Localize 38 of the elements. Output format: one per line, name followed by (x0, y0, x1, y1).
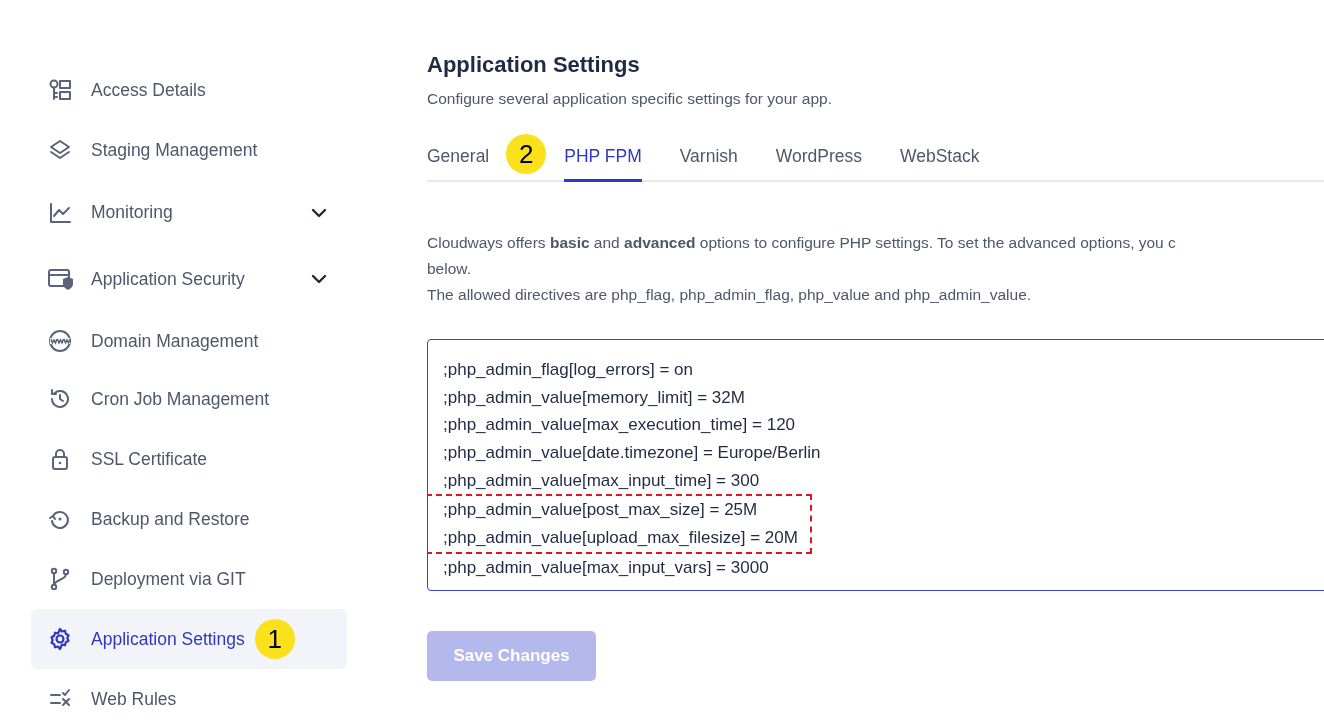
sidebar-item[interactable]: Application Settings 1 (31, 609, 347, 669)
sidebar-item[interactable]: Domain Management (31, 313, 347, 369)
sidebar-item[interactable]: Deployment via GIT (31, 549, 347, 609)
description-text: below. (427, 259, 471, 279)
code-line: ;php_admin_value[max_input_vars] = 3000 (442, 556, 769, 579)
tab[interactable]: General (427, 134, 490, 182)
tab[interactable]: PHP FPM (564, 134, 642, 182)
tab[interactable]: Varnish (679, 134, 738, 182)
tab[interactable]: WordPress (775, 134, 862, 182)
code-line: ;php_admin_flag[log_errors] = on (442, 359, 693, 381)
sidebar-item[interactable]: SSL Certificate (31, 429, 347, 489)
settings-icon (47, 626, 73, 652)
code-line: ;php_admin_value[post_max_size] = 25M (442, 499, 758, 522)
globe-icon (47, 328, 73, 354)
description-text: The allowed directives are php_flag, php_admin_flag, php_value and php_admin_value. (427, 285, 1032, 305)
sidebar-item[interactable]: Web Rules (31, 669, 347, 722)
code-line: ;php_admin_value[memory_limit] = 32M (442, 386, 745, 409)
sidebar-item[interactable]: Application Security (31, 245, 347, 313)
sidebar-item[interactable]: Monitoring (31, 180, 347, 245)
sidebar-item[interactable]: Access Details (31, 60, 347, 120)
window-shield-icon (47, 266, 73, 292)
code-line: ;php_admin_value[max_input_time] = 300 (442, 469, 760, 492)
sidebar-item[interactable]: Backup and Restore (31, 489, 347, 549)
page-title: Application Settings (427, 52, 640, 78)
code-editor[interactable] (427, 339, 1324, 591)
sidebar-item[interactable]: Staging Management (31, 120, 347, 180)
code-line: ;php_admin_value[date.timezone] = Europe/Berlin (442, 442, 821, 465)
key-list-icon (47, 77, 73, 103)
step-number: 1 (254, 619, 295, 659)
description-text: Cloudways offers basic and advanced options to configure PHP settings. To set the advanced options, you c (427, 233, 1176, 253)
code-line: ;php_admin_value[max_execution_time] = 120 (442, 414, 796, 437)
sidebar-item[interactable]: Cron Job Management (31, 369, 347, 429)
step-number: 2 (506, 134, 547, 174)
chevron-down-icon[interactable] (311, 274, 327, 284)
code-line: ;php_admin_value[upload_max_filesize] = 20M (442, 527, 798, 550)
chevron-down-icon[interactable] (311, 207, 327, 218)
tab[interactable]: WebStack (900, 134, 980, 182)
page-subtitle: Configure several application specific settings for your app. (427, 90, 832, 108)
